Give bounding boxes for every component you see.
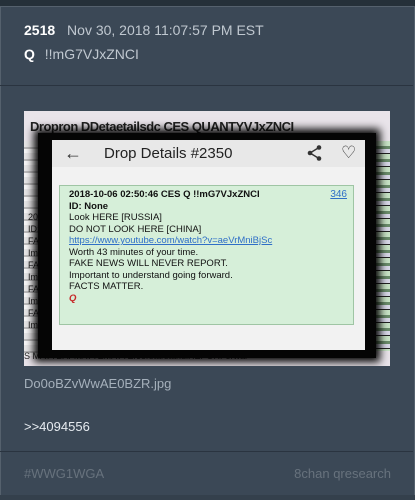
back-arrow-icon: ← — [64, 143, 82, 163]
hashtag-link[interactable]: #WWG1WGA — [24, 466, 104, 481]
reply-link[interactable]: >>4094556 — [24, 419, 90, 434]
image-filename[interactable]: Do0oBZvWwAE0BZR.jpg — [24, 376, 171, 391]
app-bar: ← Drop Details #2350 ♡ — [52, 140, 365, 167]
drop-link: https://www.youtube.com/watch?v=aeVrMniB… — [69, 235, 273, 246]
post-header: 2518 Nov 30, 2018 11:07:57 PM EST — [24, 22, 264, 38]
drop-number: 346 — [330, 189, 347, 200]
author-name: Q — [24, 46, 35, 62]
drop-line: DO NOT LOOK HERE [CHINA] — [69, 223, 202, 235]
post-number[interactable]: 2518 — [24, 22, 55, 38]
app-bar-title: Drop Details #2350 — [104, 145, 233, 162]
footer-divider — [0, 451, 413, 452]
post-author: Q !!mG7VJxZNCI — [24, 46, 139, 62]
drop-line: Worth 43 minutes of your time. — [69, 246, 199, 258]
drop-card: 2018-10-06 02:50:46 CES Q !!mG7VJxZNCI 3… — [59, 185, 354, 325]
post-image[interactable]: Dropron DDetaetailsdc CES QUANTYVJxZNCI … — [24, 111, 390, 366]
drop-header: 2018-10-06 02:50:46 CES Q !!mG7VJxZNCI — [69, 189, 260, 200]
drop-line: Look HERE [RUSSIA] — [69, 212, 162, 223]
drop-signature: Q — [69, 292, 77, 304]
post-datetime: Nov 30, 2018 11:07:57 PM EST — [67, 22, 264, 38]
share-icon — [307, 145, 322, 161]
drop-id: ID: None — [69, 200, 109, 212]
author-tripcode: !!mG7VJxZNCI — [44, 46, 139, 62]
drop-line: Important to understand going forward. — [69, 269, 233, 281]
image-background-title: Dropron DDetaetailsdc CES QUANTYVJxZNCI — [30, 119, 294, 134]
drop-line: FAKE NEWS WILL NEVER REPORT. — [69, 258, 228, 269]
source-label: 8chan qresearch — [294, 466, 391, 481]
drop-line: FACTS MATTER. — [69, 281, 144, 292]
header-divider — [0, 85, 413, 86]
heart-icon: ♡ — [341, 143, 357, 162]
drop-details-screen: ← Drop Details #2350 ♡ 2018-10-06 02:50:… — [52, 140, 365, 350]
